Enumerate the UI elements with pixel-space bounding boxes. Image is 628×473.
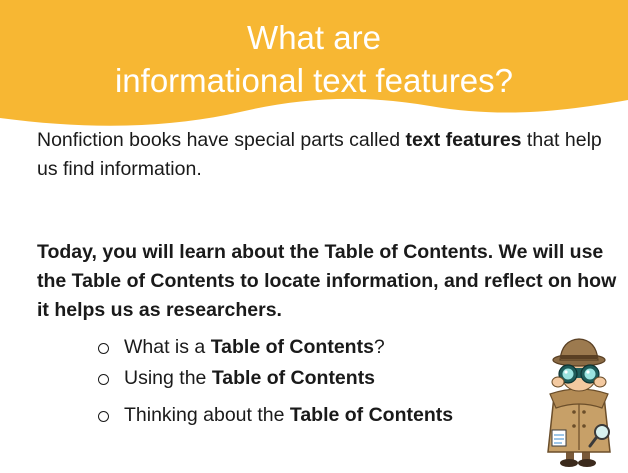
circle-bullet-icon	[98, 343, 109, 354]
bullet-prefix: Thinking about the	[124, 404, 290, 426]
circle-bullet-icon	[98, 374, 109, 385]
learning-goal: Today, you will learn about the Table of…	[37, 241, 617, 321]
slide-title-line-1: What are	[247, 19, 381, 56]
slide-title: What are informational text features?	[0, 16, 628, 102]
intro-text-bold: text features	[405, 129, 522, 151]
bullet-item: Using the Table of Contents	[98, 364, 453, 393]
slide-title-line-2: informational text features?	[114, 62, 514, 99]
bullet-suffix: ?	[373, 336, 385, 358]
bullet-item: What is a Table of Contents?	[98, 333, 453, 362]
bullet-bold: Table of Contents	[211, 367, 376, 389]
bullet-prefix: What is a	[124, 336, 211, 358]
circle-bullet-icon	[98, 411, 109, 422]
bullet-item: Thinking about the Table of Contents	[98, 401, 453, 430]
bullet-list: What is a Table of Contents? Using the T…	[98, 333, 453, 426]
intro-text-start: Nonfiction books have special parts call…	[37, 129, 406, 151]
bullet-bold: Table of Contents	[210, 336, 374, 358]
bullet-prefix: Using the	[124, 367, 212, 389]
bullet-bold: Table of Contents	[289, 404, 454, 426]
detective-with-binoculars-icon	[536, 336, 622, 468]
intro-paragraph: Nonfiction books have special parts call…	[37, 126, 617, 184]
slide: What are informational text features? No…	[0, 0, 628, 473]
